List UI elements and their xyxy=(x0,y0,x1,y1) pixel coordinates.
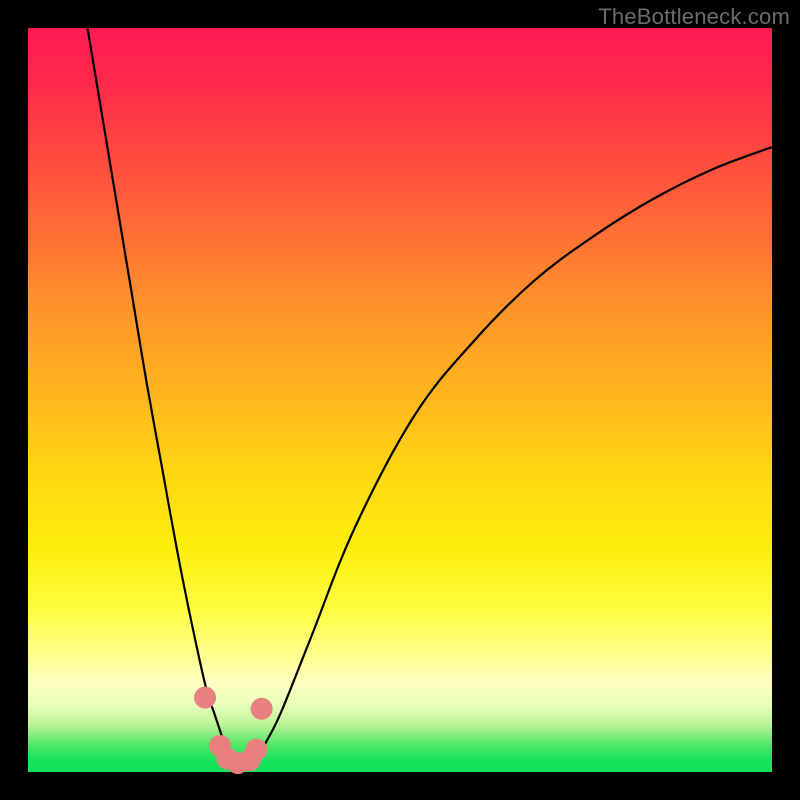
chart-svg xyxy=(28,28,772,772)
chart-frame: TheBottleneck.com xyxy=(0,0,800,800)
highlight-dot xyxy=(251,698,273,720)
chart-plot-area xyxy=(28,28,772,772)
highlight-dots-group xyxy=(194,687,273,774)
bottleneck-curve xyxy=(88,28,772,768)
highlight-dot xyxy=(245,739,267,761)
highlight-dot xyxy=(194,687,216,709)
watermark-text: TheBottleneck.com xyxy=(598,4,790,30)
